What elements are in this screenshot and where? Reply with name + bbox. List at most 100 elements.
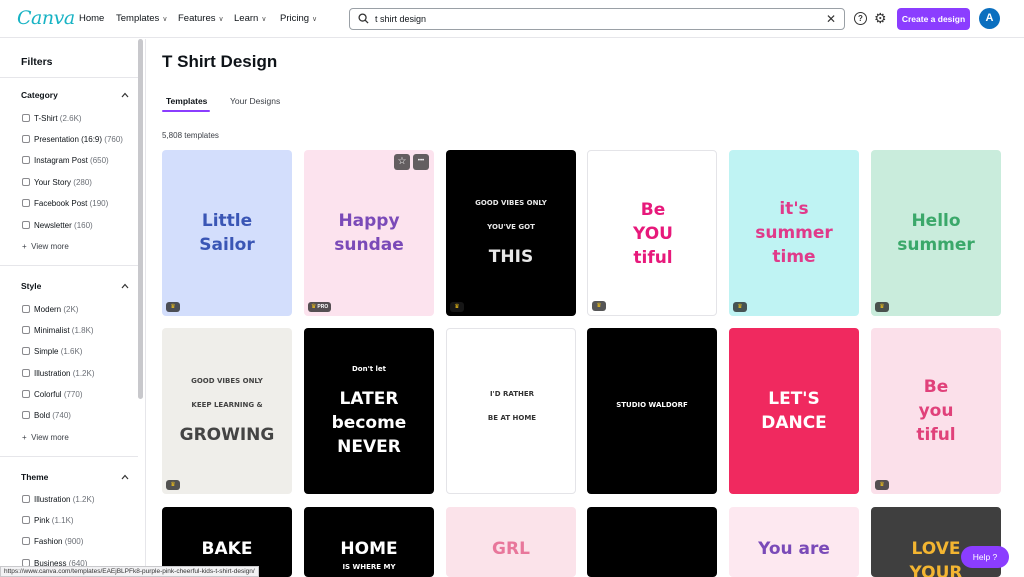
nav-pricing[interactable]: Pricing ∨ <box>280 13 317 24</box>
option-count: (280) <box>73 178 92 187</box>
template-text: IS WHERE MY <box>342 563 396 571</box>
checkbox[interactable] <box>22 390 30 398</box>
filter-option[interactable]: Your Story (280) <box>22 178 92 187</box>
template-text: HOME <box>340 539 398 559</box>
template-text: GROWING <box>179 425 275 445</box>
chevron-up-icon[interactable] <box>121 282 129 290</box>
option-count: (650) <box>90 156 109 165</box>
template-card[interactable]: it's summer time ♛ <box>729 150 859 316</box>
checkbox[interactable] <box>22 326 30 334</box>
nav-learn-label: Learn <box>234 13 259 24</box>
template-card[interactable]: Little Sailor ♛ <box>162 150 292 316</box>
template-card[interactable]: LET'S DANCE <box>729 328 859 494</box>
option-label: Newsletter <box>34 221 72 230</box>
filter-option[interactable]: Bold (740) <box>22 411 71 420</box>
tab-templates[interactable]: Templates <box>166 96 207 106</box>
template-card[interactable]: You are <box>729 507 859 577</box>
help-icon[interactable]: ? <box>854 12 867 25</box>
template-card[interactable] <box>587 507 717 577</box>
template-card[interactable]: I'D RATHER BE AT HOME <box>446 328 576 494</box>
template-text: GRL <box>492 539 530 559</box>
template-card[interactable]: GOOD VIBES ONLY KEEP LEARNING & GROWING ♛ <box>162 328 292 494</box>
filter-option[interactable]: Instagram Post (650) <box>22 156 109 165</box>
checkbox[interactable] <box>22 516 30 524</box>
checkbox[interactable] <box>22 369 30 377</box>
template-text: STUDIO WALDORF <box>616 401 688 409</box>
nav-home[interactable]: Home <box>79 13 104 24</box>
filter-option[interactable]: Fashion (900) <box>22 537 83 546</box>
option-count: (190) <box>89 199 109 208</box>
plus-icon: + <box>22 433 27 442</box>
gear-icon[interactable]: ⚙ <box>874 10 887 27</box>
avatar[interactable]: A <box>979 8 1000 29</box>
option-count: (1.2K) <box>72 495 95 504</box>
view-more-label: View more <box>31 433 69 442</box>
template-card[interactable]: Hello summer ♛ <box>871 150 1001 316</box>
section-category-title[interactable]: Category <box>21 90 58 100</box>
checkbox[interactable] <box>22 178 30 186</box>
star-icon[interactable]: ☆ <box>394 154 410 170</box>
template-count: 5,808 templates <box>162 131 219 140</box>
checkbox[interactable] <box>22 156 30 164</box>
template-card[interactable]: Be YOU tiful ♛ <box>587 150 717 316</box>
view-more-link[interactable]: + View more <box>22 242 69 251</box>
checkbox[interactable] <box>22 347 30 355</box>
filter-option[interactable]: Pink (1.1K) <box>22 516 74 525</box>
more-options-icon[interactable]: ••• <box>413 154 429 170</box>
section-theme-title[interactable]: Theme <box>21 472 48 482</box>
template-card[interactable]: Don't let LATER become NEVER <box>304 328 434 494</box>
template-card[interactable]: STUDIO WALDORF <box>587 328 717 494</box>
help-button[interactable]: Help ? <box>961 546 1009 568</box>
template-card[interactable]: HOME IS WHERE MY <box>304 507 434 577</box>
template-card[interactable]: Happy sundae ♛PRO ☆ ••• <box>304 150 434 316</box>
checkbox[interactable] <box>22 114 30 122</box>
checkbox[interactable] <box>22 537 30 545</box>
template-text: I'D RATHER <box>489 390 535 398</box>
filter-option[interactable]: Colorful (770) <box>22 390 83 399</box>
filter-option[interactable]: Presentation (16:9) (760) <box>22 135 123 144</box>
search-icon <box>358 13 369 24</box>
filter-option[interactable]: Facebook Post (190) <box>22 199 108 208</box>
filter-option[interactable]: T-Shirt (2.6K) <box>22 114 82 123</box>
close-icon[interactable]: ✕ <box>826 12 836 26</box>
checkbox[interactable] <box>22 495 30 503</box>
template-text: become <box>331 413 407 433</box>
filter-option[interactable]: Minimalist (1.8K) <box>22 326 94 335</box>
nav-learn[interactable]: Learn ∨ <box>234 13 266 24</box>
template-text: Sailor <box>199 235 255 255</box>
chevron-up-icon[interactable] <box>121 91 129 99</box>
template-card[interactable]: GRL <box>446 507 576 577</box>
create-design-button[interactable]: Create a design <box>897 8 970 30</box>
option-label: Pink <box>34 516 50 525</box>
crown-icon: ♛ <box>166 302 180 312</box>
template-text: KEEP LEARNING & <box>191 401 263 409</box>
option-count: (1.2K) <box>72 369 95 378</box>
nav-templates[interactable]: Templates ∨ <box>116 13 167 24</box>
tab-your-designs[interactable]: Your Designs <box>230 96 280 106</box>
template-text: Don't let <box>351 365 387 373</box>
chevron-down-icon: ∨ <box>312 16 318 23</box>
filter-option[interactable]: Simple (1.6K) <box>22 347 82 356</box>
view-more-link[interactable]: + View more <box>22 433 69 442</box>
filter-option[interactable]: Modern (2K) <box>22 305 78 314</box>
sidebar-scrollbar[interactable] <box>138 39 143 399</box>
crown-icon: ♛ <box>875 480 889 490</box>
checkbox[interactable] <box>22 199 30 207</box>
chevron-up-icon[interactable] <box>121 473 129 481</box>
filter-option[interactable]: Illustration (1.2K) <box>22 369 95 378</box>
checkbox[interactable] <box>22 221 30 229</box>
checkbox[interactable] <box>22 305 30 313</box>
divider <box>0 456 138 457</box>
search-input[interactable]: t shirt design ✕ <box>349 8 845 30</box>
template-card[interactable]: GOOD VIBES ONLY YOU'VE GOT THIS ♛ <box>446 150 576 316</box>
template-text: DANCE <box>761 413 827 433</box>
nav-features[interactable]: Features ∨ <box>178 13 224 24</box>
checkbox[interactable] <box>22 411 30 419</box>
canva-logo[interactable]: Canva <box>17 7 75 29</box>
template-text: Hello <box>911 211 961 231</box>
section-style-title[interactable]: Style <box>21 281 41 291</box>
filter-option[interactable]: Newsletter (160) <box>22 221 93 230</box>
filter-option[interactable]: Illustration (1.2K) <box>22 495 95 504</box>
template-card[interactable]: Be you tiful ♛ <box>871 328 1001 494</box>
checkbox[interactable] <box>22 135 30 143</box>
